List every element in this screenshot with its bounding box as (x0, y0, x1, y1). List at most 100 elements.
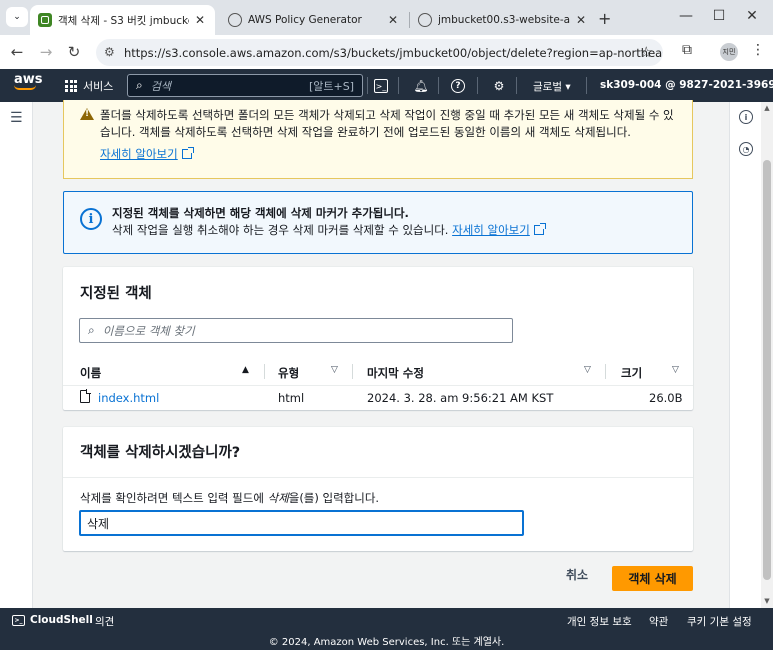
new-tab-icon[interactable]: + (598, 9, 611, 28)
right-tools-rail: i ◔ (729, 102, 761, 608)
search-icon: ⌕ (88, 323, 95, 337)
back-icon[interactable]: ← (8, 43, 26, 61)
search-shortcut: [알트+S] (308, 79, 354, 93)
external-link-icon (181, 147, 194, 159)
divider (516, 77, 517, 94)
sort-icon[interactable]: ▽ (584, 365, 591, 375)
menu-icon[interactable]: ☰ (10, 110, 23, 126)
url-text: https://s3.console.aws.amazon.com/s3/buc… (124, 45, 663, 60)
cloudshell-icon: >_ (12, 614, 25, 626)
browser-tab-strip: ⌄ 객체 삭제 - S3 버킷 jmbucket00 ✕ AWS Policy … (0, 0, 773, 35)
chevron-down-icon: ⌄ (13, 12, 21, 22)
address-bar[interactable]: ⚙ https://s3.console.aws.amazon.com/s3/b… (96, 39, 663, 66)
object-filter-input[interactable]: ⌕ 이름으로 객체 찾기 (79, 318, 513, 343)
column-header-last-modified[interactable]: 마지막 수정 (367, 365, 424, 381)
filter-placeholder: 이름으로 객체 찾기 (102, 323, 195, 338)
tab-title: 객체 삭제 - S3 버킷 jmbucket00 (58, 14, 189, 27)
external-link-icon (533, 223, 546, 235)
info-icon: i (80, 208, 102, 230)
cloudshell-button[interactable]: >_ CloudShell (12, 614, 93, 626)
scrollbar-thumb[interactable] (763, 160, 771, 580)
cloudshell-icon[interactable]: >_ (374, 79, 388, 93)
tab-title: AWS Policy Generator (248, 14, 362, 26)
panel-title: 지정된 객체 (80, 286, 152, 302)
divider (438, 77, 439, 94)
info-icon[interactable]: i (739, 110, 753, 124)
browser-tab-policy-generator[interactable]: AWS Policy Generator ✕ (220, 5, 408, 35)
sort-icon[interactable]: ▽ (331, 365, 338, 375)
copyright-text: © 2024, Amazon Web Services, Inc. 또는 계열사… (268, 637, 505, 648)
column-header-name[interactable]: 이름 (80, 365, 101, 381)
column-header-size[interactable]: 크기 (621, 365, 642, 381)
specified-objects-panel: 지정된 객체 ⌕ 이름으로 객체 찾기 이름 ▲ 유형 ▽ 마지막 수정 ▽ 크… (63, 267, 693, 410)
close-icon[interactable]: ✕ (193, 13, 207, 27)
services-menu-button[interactable]: 서비스 (65, 78, 113, 94)
info-alert: i 지정된 객체를 삭제하면 해당 객체에 삭제 마커가 추가됩니다. 삭제 작… (63, 191, 693, 254)
reload-icon[interactable]: ↻ (65, 43, 83, 61)
cancel-button[interactable]: 취소 (566, 566, 588, 583)
search-placeholder: 검색 (150, 79, 171, 93)
bookmark-star-icon[interactable]: ☆ (640, 43, 653, 61)
extensions-icon[interactable]: ⧉ (677, 42, 697, 58)
sort-icon[interactable]: ▽ (672, 365, 679, 375)
feedback-icon[interactable]: ◔ (739, 142, 753, 156)
browser-toolbar: ← → ↻ ⚙ https://s3.console.aws.amazon.co… (0, 35, 773, 69)
aws-top-nav: aws 서비스 ⌕ 검색 [알트+S] >_ 🔔︎ ? ⚙ 글로벌 ▾ sk30… (0, 69, 773, 102)
divider (398, 77, 399, 94)
grid-icon (65, 80, 77, 92)
column-divider (352, 364, 353, 379)
close-window-icon[interactable]: ✕ (742, 8, 762, 24)
terms-link[interactable]: 약관 (649, 614, 668, 629)
aws-search-input[interactable]: ⌕ 검색 [알트+S] (127, 74, 363, 97)
privacy-link[interactable]: 개인 정보 보호 (567, 614, 632, 629)
maximize-icon[interactable]: ☐ (709, 8, 729, 24)
object-size: 26.0B (649, 391, 683, 405)
table-header: 이름 ▲ 유형 ▽ 마지막 수정 ▽ 크기 ▽ (63, 356, 693, 386)
column-divider (264, 364, 265, 379)
divider (477, 77, 478, 94)
more-menu-icon[interactable]: ⋮ (748, 42, 768, 58)
aws-logo[interactable]: aws (14, 73, 43, 90)
scroll-down-icon[interactable]: ▼ (762, 597, 772, 605)
region-selector[interactable]: 글로벌 ▾ (533, 79, 571, 94)
divider (586, 77, 587, 94)
learn-more-link[interactable]: 자세히 알아보기 (452, 223, 546, 237)
column-divider (605, 364, 606, 379)
globe-icon (228, 13, 242, 27)
gear-icon[interactable]: ⚙ (490, 77, 508, 95)
help-icon[interactable]: ? (451, 79, 465, 93)
confirm-title: 객체를 삭제하시겠습니까? (80, 445, 241, 461)
profile-avatar[interactable]: 지민 (720, 43, 738, 61)
close-icon[interactable]: ✕ (386, 13, 400, 27)
divider (63, 477, 693, 478)
object-type: html (278, 391, 305, 405)
confirm-instructions: 삭제를 확인하려면 텍스트 입력 필드에 삭제을(를) 입력합니다. (80, 491, 380, 505)
delete-objects-button[interactable]: 객체 삭제 (612, 566, 693, 591)
info-text: 삭제 작업을 실행 취소해야 하는 경우 삭제 마커를 삭제할 수 있습니다. … (112, 222, 546, 238)
left-nav-rail: ☰ (0, 102, 33, 608)
confirm-delete-input[interactable]: 삭제 (79, 510, 524, 536)
account-menu[interactable]: sk309-004 @ 9827-2021-3969 ▾ (600, 79, 773, 91)
browser-tab-delete-objects[interactable]: 객체 삭제 - S3 버킷 jmbucket00 ✕ (30, 5, 215, 35)
learn-more-link[interactable]: 자세히 알아보기 (100, 146, 194, 162)
scroll-up-icon[interactable]: ▲ (762, 104, 772, 112)
tab-search-button[interactable]: ⌄ (6, 7, 28, 27)
console-content: ☰ 폴더를 삭제하도록 선택하면 폴더의 모든 객체가 삭제되고 삭제 작업이 … (0, 100, 773, 608)
browser-tab-website[interactable]: jmbucket00.s3-website-ap-northe ✕ (410, 5, 596, 35)
delete-confirm-panel: 객체를 삭제하시겠습니까? 삭제를 확인하려면 텍스트 입력 필드에 삭제을(를… (63, 427, 693, 551)
warning-icon (80, 108, 94, 120)
object-name-link[interactable]: index.html (98, 391, 159, 405)
forward-icon[interactable]: → (37, 43, 55, 61)
minimize-icon[interactable]: — (676, 8, 696, 24)
globe-icon (418, 13, 432, 27)
column-header-type[interactable]: 유형 (278, 365, 299, 381)
close-icon[interactable]: ✕ (574, 13, 588, 27)
bell-icon[interactable]: 🔔︎ (412, 77, 430, 95)
sort-ascending-icon[interactable]: ▲ (242, 365, 249, 375)
site-info-icon[interactable]: ⚙ (104, 45, 115, 59)
object-last-modified: 2024. 3. 28. am 9:56:21 AM KST (367, 391, 554, 405)
file-icon (80, 389, 91, 403)
search-icon: ⌕ (136, 78, 143, 92)
cookie-preferences-link[interactable]: 쿠키 기본 설정 (687, 614, 752, 629)
feedback-link[interactable]: 의견 (95, 614, 114, 629)
